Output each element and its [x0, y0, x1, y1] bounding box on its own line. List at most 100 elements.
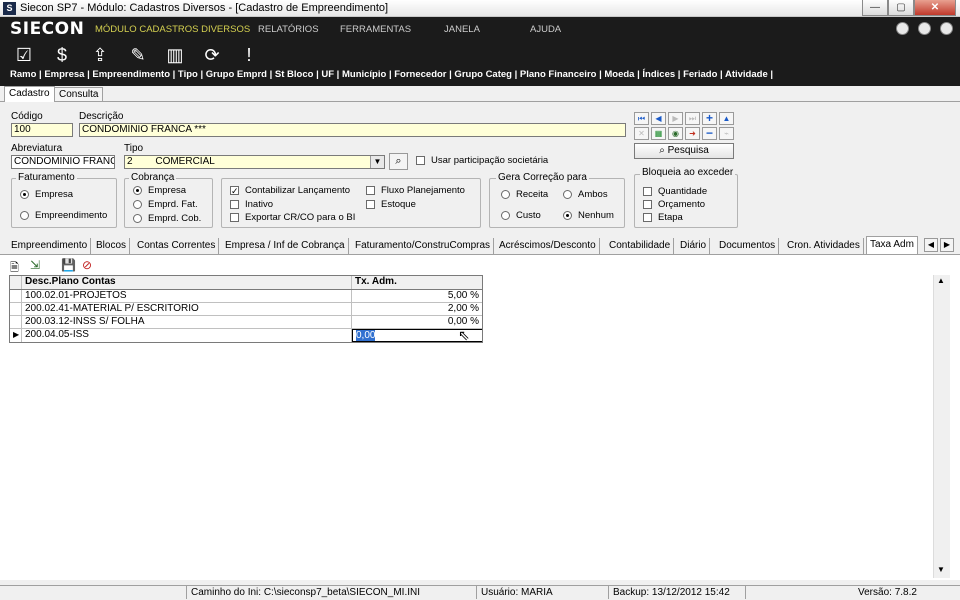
fluxo-checkbox[interactable] — [366, 186, 375, 195]
descricao-field[interactable]: CONDOMINIO FRANCA *** — [79, 123, 626, 137]
tab-acrescimos[interactable]: Acréscimos/Desconto — [496, 238, 600, 254]
exportar-checkbox[interactable] — [230, 213, 239, 222]
cobranca-emprd-fat-label: Emprd. Fat. — [148, 199, 198, 210]
app-icon[interactable]: S — [3, 2, 16, 15]
edit-icon[interactable]: ✎ — [125, 44, 151, 66]
estoque-checkbox[interactable] — [366, 200, 375, 209]
tab-contas-correntes[interactable]: Contas Correntes — [134, 238, 220, 254]
menu-relatorios[interactable]: RELATÓRIOS — [258, 24, 319, 35]
up-icon[interactable]: ▲ — [719, 112, 734, 125]
contabilizar-checkbox[interactable]: ✓ — [230, 186, 239, 196]
import-icon[interactable]: ⇲ — [30, 258, 40, 272]
codigo-field[interactable]: 100 — [11, 123, 73, 137]
export-icon[interactable]: ⇪ — [87, 44, 113, 66]
correcao-nenhum-label: Nenhum — [578, 210, 614, 221]
tab-empreendimento[interactable]: Empreendimento — [8, 238, 92, 254]
tab-contabilidade[interactable]: Contabilidade — [606, 238, 675, 254]
scroll-down-icon[interactable]: ▼ — [937, 565, 945, 574]
abreviatura-field[interactable]: CONDOMINIO FRANC — [11, 155, 115, 169]
vertical-scrollbar[interactable]: ▲ ▼ — [933, 275, 950, 578]
correcao-receita-radio[interactable] — [501, 190, 510, 199]
cell-tx[interactable]: 5,00 % — [352, 290, 482, 303]
faturamento-empreendimento-radio[interactable] — [20, 211, 29, 220]
tab-diario[interactable]: Diário — [677, 238, 711, 254]
tipo-search-icon[interactable]: ⌕ — [389, 153, 408, 170]
building-icon[interactable]: ▥ — [162, 44, 188, 66]
save-icon[interactable]: 💾 — [61, 258, 76, 272]
menu-cadastros-diversos[interactable]: MÓDULO CADASTROS DIVERSOS — [95, 24, 250, 35]
check-icon[interactable]: ☑ — [11, 44, 37, 66]
table-row[interactable]: 100.02.01-PROJETOS 5,00 % — [10, 290, 482, 303]
header-desc[interactable]: Desc.Plano Contas — [22, 276, 352, 289]
table-row[interactable]: ▶ 200.04.05-ISS 0,00 — [10, 329, 482, 342]
tab-consulta[interactable]: Consulta — [54, 87, 104, 102]
delete-record-icon[interactable]: − — [702, 127, 717, 140]
row-indicator — [10, 290, 22, 303]
refresh-money-icon[interactable]: ⟳ — [199, 44, 225, 66]
correcao-nenhum-radio[interactable] — [563, 211, 572, 220]
alert-icon[interactable]: ! — [236, 44, 262, 66]
inner-close-icon[interactable] — [940, 22, 953, 35]
exit-icon[interactable]: ➜ — [685, 127, 700, 140]
window-title: Siecon SP7 - Módulo: Cadastros Diversos … — [20, 2, 389, 14]
menu-ajuda[interactable]: AJUDA — [530, 24, 561, 35]
bloqueia-etapa-checkbox[interactable] — [643, 213, 652, 222]
cobranca-emprd-fat-radio[interactable] — [133, 200, 142, 209]
inner-restore-icon[interactable] — [918, 22, 931, 35]
faturamento-empresa-radio[interactable] — [20, 190, 29, 199]
tipo-select[interactable]: 2 COMERCIAL — [124, 155, 385, 169]
cadastros-nav-links[interactable]: Ramo | Empresa | Empreendimento | Tipo |… — [10, 69, 773, 80]
first-record-icon[interactable]: ⏮ — [634, 112, 649, 125]
tab-taxa-adm[interactable]: Taxa Adm — [866, 236, 918, 254]
prev-record-icon[interactable]: ◀ — [651, 112, 666, 125]
status-divider — [745, 586, 746, 599]
scroll-up-icon[interactable]: ▲ — [937, 276, 945, 285]
inativo-checkbox[interactable] — [230, 200, 239, 209]
inner-minimize-icon[interactable] — [896, 22, 909, 35]
header-tx[interactable]: Tx. Adm. — [352, 276, 482, 289]
cell-desc[interactable]: 200.04.05-ISS — [22, 329, 352, 342]
cell-desc[interactable]: 200.03.12-INSS S/ FOLHA — [22, 316, 352, 329]
maximize-button[interactable]: ▢ — [888, 0, 914, 16]
status-divider — [608, 586, 609, 599]
bloqueia-quantidade-checkbox[interactable] — [643, 187, 652, 196]
tab-scroll-left-icon[interactable]: ◀ — [924, 238, 938, 252]
bloqueia-orcamento-checkbox[interactable] — [643, 200, 652, 209]
cell-desc[interactable]: 100.02.01-PROJETOS — [22, 290, 352, 303]
grid-header: Desc.Plano Contas Tx. Adm. — [10, 276, 482, 290]
pesquisa-button[interactable]: ⌕ Pesquisa — [634, 143, 734, 159]
correcao-custo-radio[interactable] — [501, 211, 510, 220]
next-record-icon[interactable]: ▶ — [668, 112, 683, 125]
table-row[interactable]: 200.03.12-INSS S/ FOLHA 0,00 % — [10, 316, 482, 329]
table-row[interactable]: 200.02.41-MATERIAL P/ ESCRITORIO 2,00 % — [10, 303, 482, 316]
close-button[interactable]: ✕ — [914, 0, 956, 16]
usar-participacao-checkbox[interactable] — [416, 156, 425, 165]
cancel-edit-icon[interactable]: ⊘ — [82, 258, 92, 272]
tab-empresa-cobranca[interactable]: Empresa / Inf de Cobrança — [222, 238, 349, 254]
menu-ferramentas[interactable]: FERRAMENTAS — [340, 24, 411, 35]
tab-blocos[interactable]: Blocos — [93, 238, 131, 254]
cobranca-emprd-cob-radio[interactable] — [133, 214, 142, 223]
correcao-ambos-radio[interactable] — [563, 190, 572, 199]
chevron-down-icon[interactable]: ▼ — [370, 156, 384, 168]
cancel-icon[interactable]: ✕ — [634, 127, 649, 140]
tab-cadastro[interactable]: Cadastro — [4, 86, 55, 102]
money-bag-icon[interactable]: $ — [49, 44, 75, 66]
cell-desc[interactable]: 200.02.41-MATERIAL P/ ESCRITORIO — [22, 303, 352, 316]
last-record-icon[interactable]: ⏭ — [685, 112, 700, 125]
cobranca-empresa-radio[interactable] — [133, 186, 142, 195]
tab-faturamento[interactable]: Faturamento/ConstruCompras — [352, 238, 495, 254]
cell-tx[interactable]: 2,00 % — [352, 303, 482, 316]
add-record-icon[interactable]: + — [702, 112, 717, 125]
tab-scroll-right-icon[interactable]: ▶ — [940, 238, 954, 252]
globe-icon[interactable]: ◉ — [668, 127, 683, 140]
chart-icon[interactable]: ⌁ — [719, 127, 734, 140]
tab-cron-atividades[interactable]: Cron. Atividades — [784, 238, 864, 254]
menu-janela[interactable]: JANELA — [444, 24, 480, 35]
tab-documentos[interactable]: Documentos — [716, 238, 780, 254]
bloqueia-etapa-label: Etapa — [658, 212, 683, 223]
status-caminho: Caminho do Ini: C:\sieconsp7_beta\SIECON… — [191, 587, 420, 598]
minimize-button[interactable]: — — [862, 0, 888, 16]
excel-icon[interactable]: ▦ — [651, 127, 666, 140]
search-icon: ⌕ — [659, 145, 668, 156]
